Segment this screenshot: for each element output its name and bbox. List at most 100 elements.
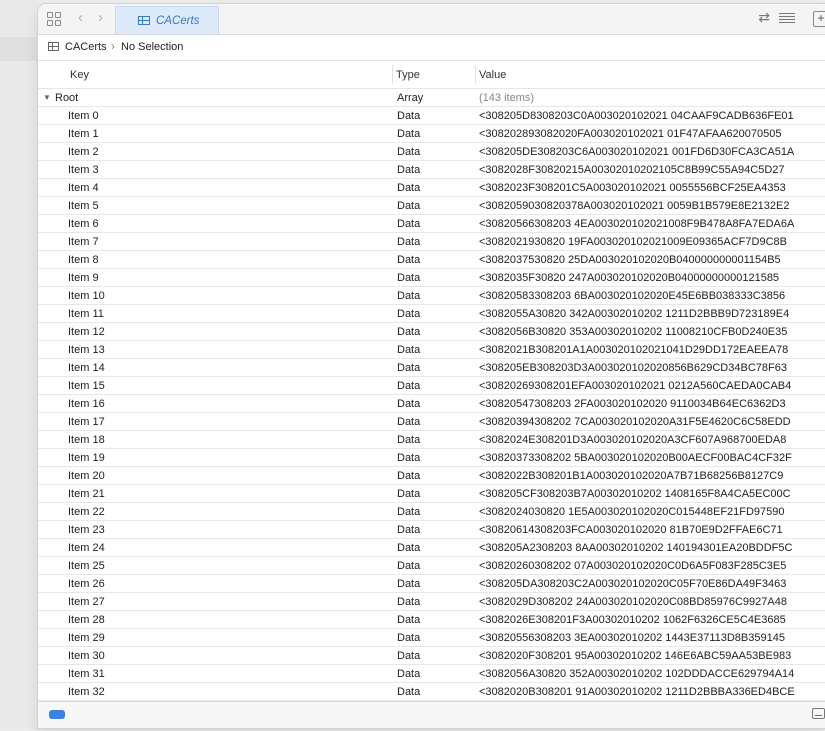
row-value: <3082023F308201C5A003020102021 0055556BC…: [479, 182, 786, 194]
table-row[interactable]: Item 31 Data <3082056A30820 352A0030201020…: [38, 665, 825, 683]
row-key: Item 17: [68, 416, 105, 428]
row-type: Data: [397, 164, 421, 176]
column-header-value[interactable]: Value: [479, 69, 506, 81]
table-row[interactable]: Item 29 Data <30820556308203 3EA0030201020…: [38, 629, 825, 647]
grid-icon[interactable]: [47, 12, 61, 26]
table-row[interactable]: Item 5 Data <3082059030820378A003020102021…: [38, 197, 825, 215]
status-indicator-icon[interactable]: [49, 710, 65, 719]
row-value: <30820373308202 5BA003020102020B00AECF00…: [479, 452, 792, 464]
row-type: Data: [397, 326, 421, 338]
table-row[interactable]: Item 4 Data <3082023F308201C5A003020102021…: [38, 179, 825, 197]
row-type: Data: [397, 686, 421, 698]
row-type: Data: [397, 344, 421, 356]
back-chevron-icon[interactable]: ‹: [78, 9, 83, 26]
table-row[interactable]: Item 26 Data <308205DA308203C2A00302010202…: [38, 575, 825, 593]
row-key: Item 32: [68, 686, 105, 698]
table-row[interactable]: Item 25 Data <30820260308202 07A0030201020…: [38, 557, 825, 575]
row-type: Data: [397, 146, 421, 158]
table-row[interactable]: Item 16 Data <30820547308203 2FA0030201020…: [38, 395, 825, 413]
disclosure-triangle-icon[interactable]: ▼: [43, 89, 51, 107]
column-divider[interactable]: [475, 65, 476, 84]
table-row[interactable]: Item 22 Data <3082024030820 1E5A0030201020…: [38, 503, 825, 521]
tab-cacerts[interactable]: CACerts: [115, 6, 219, 34]
row-type: Data: [397, 542, 421, 554]
row-key: Item 2: [68, 146, 99, 158]
row-key: Item 21: [68, 488, 105, 500]
chevron-right-icon: ›: [111, 39, 115, 53]
row-value: <308205A2308203 8AA00302010202 140194301…: [479, 542, 793, 554]
row-key: Item 23: [68, 524, 105, 536]
row-key: Item 26: [68, 578, 105, 590]
row-value: <3082037530820 25DA003020102020B04000000…: [479, 254, 781, 266]
row-type: Data: [397, 614, 421, 626]
row-type: Data: [397, 380, 421, 392]
row-key: Item 20: [68, 470, 105, 482]
row-value: <3082020F308201 95A00302010202 146E6ABC5…: [479, 650, 792, 662]
table-row[interactable]: Item 15 Data <30820269308201EFA00302010202…: [38, 377, 825, 395]
table-row[interactable]: Item 2 Data <308205DE308203C6A003020102021…: [38, 143, 825, 161]
table-row[interactable]: Item 20 Data <3082022B308201B1A00302010202…: [38, 467, 825, 485]
row-value: <30820394308202 7CA003020102020A31F5E462…: [479, 416, 791, 428]
row-type: Data: [397, 434, 421, 446]
table-row[interactable]: Item 11 Data <3082055A30820 342A0030201020…: [38, 305, 825, 323]
row-key: Item 30: [68, 650, 105, 662]
table-row[interactable]: Item 27 Data <3082029D308202 24A0030201020…: [38, 593, 825, 611]
row-type: Data: [397, 290, 421, 302]
row-type: Data: [397, 200, 421, 212]
row-type: Data: [397, 308, 421, 320]
table-row-root[interactable]: ▼ Root Array (143 items): [38, 89, 825, 107]
table-row[interactable]: Item 3 Data <3082028F30820215A003020102021…: [38, 161, 825, 179]
add-tab-icon[interactable]: +: [813, 11, 825, 27]
row-value: <30820269308201EFA003020102021 0212A560C…: [479, 380, 792, 392]
table-icon: [48, 42, 59, 51]
table-row[interactable]: Item 7 Data <3082021930820 19FA00302010202…: [38, 233, 825, 251]
table-row[interactable]: Item 30 Data <3082020F308201 95A0030201020…: [38, 647, 825, 665]
table-row[interactable]: Item 12 Data <3082056B30820 353A0030201020…: [38, 323, 825, 341]
row-value: <30820614308203FCA003020102020 81B70E9D2…: [479, 524, 783, 536]
row-type: Data: [397, 254, 421, 266]
row-value: <308205DA308203C2A003020102020C05F70E86D…: [479, 578, 787, 590]
row-type: Data: [397, 632, 421, 644]
row-key: Item 28: [68, 614, 105, 626]
row-value: <30820566308203 4EA003020102021008F9B478…: [479, 218, 795, 230]
table-row[interactable]: Item 18 Data <3082024E308201D3A00302010202…: [38, 431, 825, 449]
row-value: <30820547308203 2FA003020102020 9110034B…: [479, 398, 786, 410]
table-row[interactable]: Item 0 Data <308205D8308203C0A003020102021…: [38, 107, 825, 125]
row-key: Item 4: [68, 182, 99, 194]
row-key: Item 16: [68, 398, 105, 410]
row-type: Data: [397, 236, 421, 248]
table-row[interactable]: Item 13 Data <3082021B308201A1A00302010202…: [38, 341, 825, 359]
table-row[interactable]: Item 9 Data <3082035F30820 247A00302010202…: [38, 269, 825, 287]
column-header-type[interactable]: Type: [396, 69, 420, 81]
row-value: <3082035F30820 247A003020102020B04000000…: [479, 272, 780, 284]
table-row[interactable]: Item 19 Data <30820373308202 5BA0030201020…: [38, 449, 825, 467]
row-key: Item 5: [68, 200, 99, 212]
row-key: Item 7: [68, 236, 99, 248]
row-value: <308202893082020FA003020102021 01F47AFAA…: [479, 128, 782, 140]
table-row[interactable]: Item 6 Data <30820566308203 4EA00302010202…: [38, 215, 825, 233]
row-type: Data: [397, 524, 421, 536]
column-header-key[interactable]: Key: [70, 69, 89, 81]
table-row[interactable]: Item 17 Data <30820394308202 7CA0030201020…: [38, 413, 825, 431]
breadcrumb-selection[interactable]: No Selection: [121, 41, 183, 53]
table-row[interactable]: Item 10 Data <30820583308203 6BA0030201020…: [38, 287, 825, 305]
table-row[interactable]: Item 8 Data <3082037530820 25DA00302010202…: [38, 251, 825, 269]
list-lines-icon[interactable]: [779, 13, 795, 25]
row-value: <3082056B30820 353A00302010202 11008210C…: [479, 326, 788, 338]
table-row[interactable]: Item 24 Data <308205A2308203 8AA0030201020…: [38, 539, 825, 557]
panel-toggle-icon[interactable]: [812, 708, 825, 719]
tab-label: CACerts: [156, 15, 200, 27]
table-row[interactable]: Item 23 Data <30820614308203FCA00302010202…: [38, 521, 825, 539]
forward-chevron-icon[interactable]: ›: [98, 9, 103, 26]
row-key: Item 22: [68, 506, 105, 518]
table-row[interactable]: Item 1 Data <308202893082020FA003020102021…: [38, 125, 825, 143]
table-row[interactable]: Item 28 Data <3082026E308201F3A00302010202…: [38, 611, 825, 629]
table-row[interactable]: Item 21 Data <308205CF308203B7A00302010202…: [38, 485, 825, 503]
table-row[interactable]: Item 14 Data <308205EB308203D3A00302010202…: [38, 359, 825, 377]
table-icon: [138, 16, 150, 25]
row-type: Data: [397, 110, 421, 122]
table-row[interactable]: Item 32 Data <3082020B308201 91A0030201020…: [38, 683, 825, 701]
column-divider[interactable]: [392, 65, 393, 84]
swap-arrows-icon[interactable]: ⇄: [758, 9, 770, 26]
breadcrumb-file[interactable]: CACerts: [65, 41, 107, 53]
